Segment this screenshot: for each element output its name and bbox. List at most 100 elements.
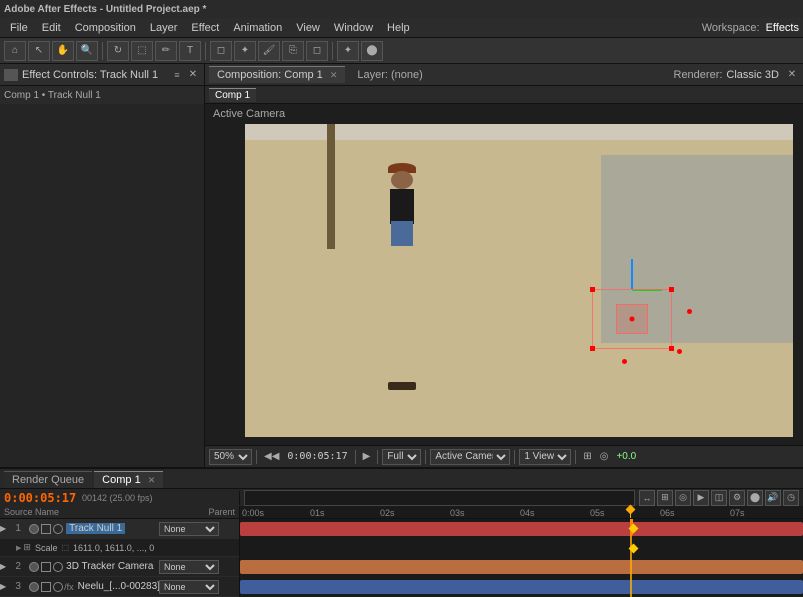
solo-2[interactable] [29, 562, 39, 572]
ruler-5s: 05s [590, 508, 605, 518]
frame-back-btn[interactable]: ◀◀ [261, 451, 282, 462]
tl-tool1[interactable]: ↔ [639, 490, 655, 506]
menu-animation[interactable]: Animation [227, 20, 288, 36]
render-queue-tab[interactable]: Render Queue [4, 471, 92, 488]
audio-1[interactable] [53, 524, 63, 534]
layer-num-3: 3 [8, 581, 28, 592]
tl-tool9[interactable]: ◷ [783, 490, 799, 506]
audio-2[interactable] [53, 562, 63, 572]
tl-tools: ↔ ⊞ ◎ ▶ ◫ ⚙ ⬤ 🔊 ◷ [639, 490, 799, 506]
audio-3[interactable] [53, 582, 63, 592]
toolbar-cam-btn[interactable]: ⬚ [131, 41, 153, 61]
menu-view[interactable]: View [290, 20, 326, 36]
parent-select-1[interactable]: None [159, 522, 219, 536]
toolbar-eraser-btn[interactable]: ◻ [306, 41, 328, 61]
toolbar-star-btn[interactable]: ✦ [234, 41, 256, 61]
views-select[interactable]: 1 View [519, 449, 571, 465]
comp-sub-tab[interactable]: Comp 1 [209, 88, 256, 102]
timeline-header: 0:00:05:17 00142 (25.00 fps) ↔ ⊞ ◎ ▶ ◫ ⚙… [0, 489, 803, 507]
effect-controls-content [0, 104, 204, 467]
ruler-1s: 01s [310, 508, 325, 518]
menu-effect[interactable]: Effect [185, 20, 225, 36]
toolbar-text-btn[interactable]: T [179, 41, 201, 61]
solo-1[interactable] [29, 524, 39, 534]
composition-tab[interactable]: Composition: Comp 1 ✕ [209, 66, 345, 83]
menu-window[interactable]: Window [328, 20, 379, 36]
timeline-area: Render Queue Comp 1 ✕ 0:00:05:17 00142 (… [0, 467, 803, 597]
layer-name-3[interactable]: Neelu_[...0-00283].jpg [76, 581, 159, 592]
motion-blur-btn[interactable]: ◎ [597, 451, 612, 462]
scale-label: Scale [35, 543, 58, 553]
tl-tool3[interactable]: ◎ [675, 490, 691, 506]
ruler-4s: 04s [520, 508, 535, 518]
tracker-overlay [592, 289, 672, 349]
axis-vertical [631, 259, 633, 289]
track-bar-2 [240, 560, 803, 574]
timeline-search[interactable] [244, 490, 635, 506]
renderer-value: Classic 3D [726, 69, 779, 81]
toolbar-puppet-btn[interactable]: ✦ [337, 41, 359, 61]
video-3[interactable] [41, 582, 51, 592]
corner-br [669, 346, 674, 351]
parent-header: Parent [208, 507, 235, 517]
solo-3[interactable] [29, 582, 39, 592]
toolbar-select-btn[interactable]: ↖ [28, 41, 50, 61]
comp-timeline-tab[interactable]: Comp 1 ✕ [94, 471, 163, 488]
expand-3[interactable]: ▶ [0, 582, 6, 591]
menu-composition[interactable]: Composition [69, 20, 142, 36]
comp-timeline-close[interactable]: ✕ [148, 475, 156, 485]
toolbar-rotate-btn[interactable]: ↻ [107, 41, 129, 61]
toolbar-clone-btn[interactable]: ⎘ [282, 41, 304, 61]
tl-tool5[interactable]: ◫ [711, 490, 727, 506]
comp-viewer[interactable]: Active Camera [205, 104, 803, 445]
comp-header: Composition: Comp 1 ✕ Layer: (none) Rend… [205, 64, 803, 86]
play-btn[interactable]: ▶ [360, 451, 374, 462]
toolbar-zoom-btn[interactable]: 🔍 [76, 41, 98, 61]
menu-edit[interactable]: Edit [36, 20, 67, 36]
toolbar-hand-btn[interactable]: ✋ [52, 41, 74, 61]
layer-row-2: ▶ 2 3D Tracker Camera None [0, 557, 239, 577]
comp-panel-close-btn[interactable]: ✕ [785, 68, 799, 82]
tl-tool4[interactable]: ▶ [693, 490, 709, 506]
panel-close-btn[interactable]: ✕ [186, 68, 200, 82]
camera-select[interactable]: Active Camera [430, 449, 510, 465]
grid-btn[interactable]: ⊞ [580, 451, 594, 462]
toolbar-pen-btn[interactable]: ✏ [155, 41, 177, 61]
track-area [240, 519, 803, 597]
current-time-display[interactable]: 0:00:05:17 [0, 491, 80, 505]
transform-icon: ⊞ [23, 542, 31, 553]
source-name-header: Source Name [4, 507, 59, 517]
toolbar-home-btn[interactable]: ⌂ [4, 41, 26, 61]
scale-expand[interactable]: ▶ [16, 544, 21, 552]
expand-1[interactable]: ▶ [0, 524, 6, 533]
tl-tool7[interactable]: ⬤ [747, 490, 763, 506]
playhead-ruler [630, 506, 631, 518]
person-figure [382, 171, 422, 390]
zoom-select[interactable]: 50% [209, 449, 252, 465]
parent-select-2[interactable]: None [159, 560, 219, 574]
quality-select[interactable]: Full [382, 449, 421, 465]
tracker-inner-box [616, 304, 648, 334]
ct-sep4 [425, 450, 426, 464]
renderer-area: Renderer: Classic 3D ✕ [674, 68, 800, 82]
video-1[interactable] [41, 524, 51, 534]
panel-menu-btn[interactable]: ≡ [170, 68, 184, 82]
video-2[interactable] [41, 562, 51, 572]
toolbar-roto-btn[interactable]: ⬤ [361, 41, 383, 61]
ct-sep1 [256, 450, 257, 464]
parent-select-3[interactable]: None [159, 580, 219, 594]
tl-tool6[interactable]: ⚙ [729, 490, 745, 506]
toolbar-brush-btn[interactable]: 🖌 [258, 41, 280, 61]
menu-file[interactable]: File [4, 20, 34, 36]
expand-2[interactable]: ▶ [0, 562, 6, 571]
comp-tab-close[interactable]: ✕ [330, 70, 338, 80]
toolbar-shape-btn[interactable]: ◻ [210, 41, 232, 61]
tl-tool8[interactable]: 🔊 [765, 490, 781, 506]
menu-layer[interactable]: Layer [144, 20, 184, 36]
layer-name-1[interactable]: Track Null 1 [64, 523, 159, 534]
tl-tool2[interactable]: ⊞ [657, 490, 673, 506]
track-bar-3 [240, 580, 803, 594]
menu-help[interactable]: Help [381, 20, 416, 36]
layer-column-header: Source Name Parent [0, 506, 240, 518]
layer-name-2[interactable]: 3D Tracker Camera [64, 561, 159, 572]
